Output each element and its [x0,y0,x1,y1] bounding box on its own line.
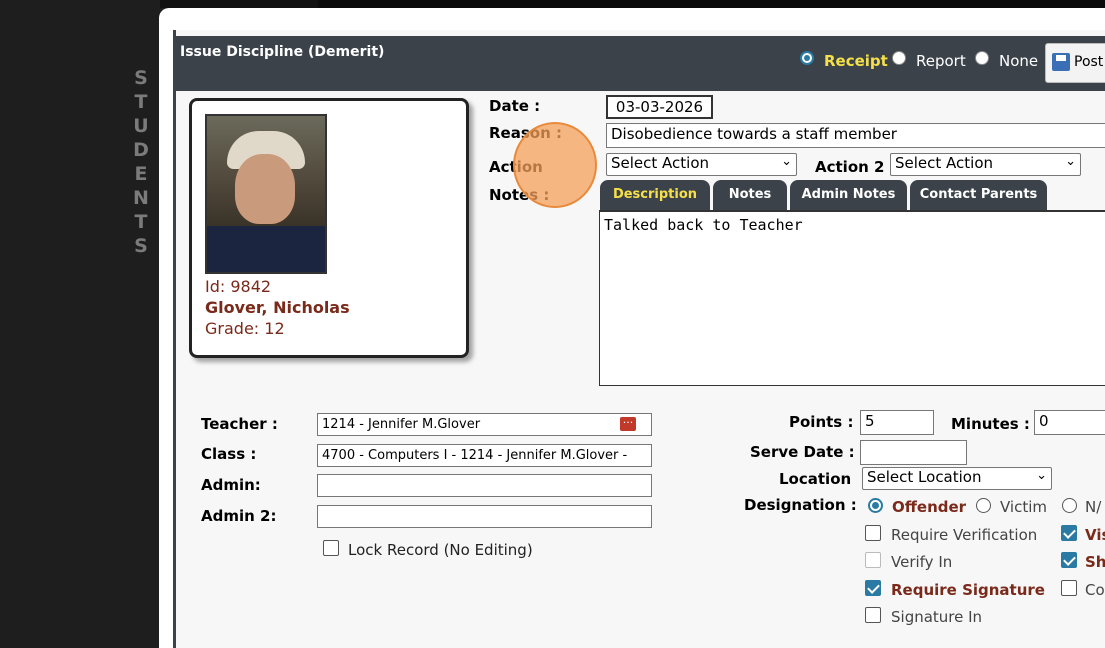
student-id: Id: 9842 [205,277,272,296]
action2-label: Action 2 [815,158,885,176]
action-select-value: Select Action [611,154,710,172]
minutes-label: Minutes : [951,415,1030,433]
vis-checkbox[interactable] [1061,525,1077,541]
vertical-letter: T [134,91,148,113]
points-label: Points : [789,413,854,431]
verify-in-label: Verify In [891,553,953,571]
save-icon [1052,53,1070,71]
description-textarea[interactable]: Talked back to Teacher [599,210,1105,386]
location-label: Location [779,470,852,488]
co-label: Co [1085,581,1105,599]
require-signature-checkbox[interactable] [865,580,881,596]
admin-label: Admin: [201,476,261,494]
sh-label: Sh [1085,553,1105,571]
vertical-letter: U [133,115,149,137]
discipline-modal: Issue Discipline (Demerit) Receipt Repor… [159,8,1105,648]
offender-radio[interactable] [868,498,883,513]
tab-contact-parents[interactable]: Contact Parents [910,180,1047,210]
class-field[interactable]: 4700 - Computers I - 1214 - Jennifer M.G… [317,444,652,467]
co-checkbox[interactable] [1061,580,1077,596]
vertical-letter: D [133,139,149,161]
points-field[interactable]: 5 [860,410,934,435]
photo-face [235,154,295,224]
signature-in-label: Signature In [891,608,983,626]
tab-notes[interactable]: Notes [713,180,787,210]
teacher-field[interactable]: 1214 - Jennifer M.Glover [317,413,652,436]
serve-date-field[interactable] [860,440,967,465]
vertical-letter: S [134,235,148,257]
action2-select[interactable]: Select Action ⌄ [890,153,1081,176]
chevron-down-icon: ⌄ [1036,468,1047,483]
none-label: None [999,52,1039,70]
location-select[interactable]: Select Location ⌄ [862,467,1052,490]
victim-radio[interactable] [976,498,991,513]
action-select[interactable]: Select Action ⌄ [606,153,797,176]
teacher-lookup-button[interactable]: ··· [620,417,636,431]
cursor-highlight [513,122,597,208]
none-radio[interactable] [975,51,989,65]
student-card: Id: 9842 Glover, Nicholas Grade: 12 [189,98,469,358]
signature-in-checkbox[interactable] [865,607,881,623]
report-label: Report [916,52,966,70]
report-radio[interactable] [892,51,906,65]
student-grade: Grade: 12 [205,319,285,338]
reason-field[interactable]: Disobedience towards a staff member [606,123,1105,148]
admin-field[interactable] [317,474,652,497]
action2-select-value: Select Action [895,154,994,172]
na-radio[interactable] [1062,498,1077,513]
require-signature-label: Require Signature [891,581,1045,599]
offender-label: Offender [892,498,967,516]
date-label: Date : [489,97,541,115]
modal-title: Issue Discipline (Demerit) [180,44,385,60]
chevron-down-icon: ⌄ [781,154,792,169]
top-strip [160,0,1105,8]
sh-checkbox[interactable] [1061,552,1077,568]
student-name: Glover, Nicholas [205,298,350,317]
lock-record-label: Lock Record (No Editing) [348,541,533,559]
receipt-radio[interactable] [800,51,814,65]
post-button[interactable]: Post [1045,43,1105,83]
class-label: Class : [201,445,257,463]
receipt-label: Receipt [824,52,888,70]
tab-description[interactable]: Description [600,180,710,210]
vis-label: Vis [1085,526,1105,544]
photo-shirt [207,226,325,272]
require-verification-label: Require Verification [891,526,1038,544]
require-verification-checkbox[interactable] [865,525,881,541]
admin2-label: Admin 2: [201,507,277,525]
teacher-label: Teacher : [201,415,278,433]
minutes-field[interactable]: 0 [1034,410,1105,435]
na-label: N/ [1085,498,1102,516]
location-select-value: Select Location [867,468,982,486]
admin2-field[interactable] [317,505,652,528]
students-vertical-label: S T U D E N T S [130,66,152,258]
vertical-letter: T [134,211,148,233]
verify-in-checkbox[interactable] [865,552,881,568]
chevron-down-icon: ⌄ [1065,154,1076,169]
serve-date-label: Serve Date : [750,443,855,461]
vertical-letter: N [133,187,149,209]
top-strip-segment [318,0,1105,8]
tab-admin-notes[interactable]: Admin Notes [790,180,907,210]
post-label: Post [1074,54,1104,70]
designation-label: Designation : [744,496,857,514]
date-field[interactable]: 03-03-2026 [606,95,713,119]
lock-record-checkbox[interactable] [323,540,339,556]
vertical-letter: S [134,67,148,89]
student-photo [205,114,327,274]
victim-label: Victim [1000,498,1048,516]
vertical-letter: E [134,163,148,185]
